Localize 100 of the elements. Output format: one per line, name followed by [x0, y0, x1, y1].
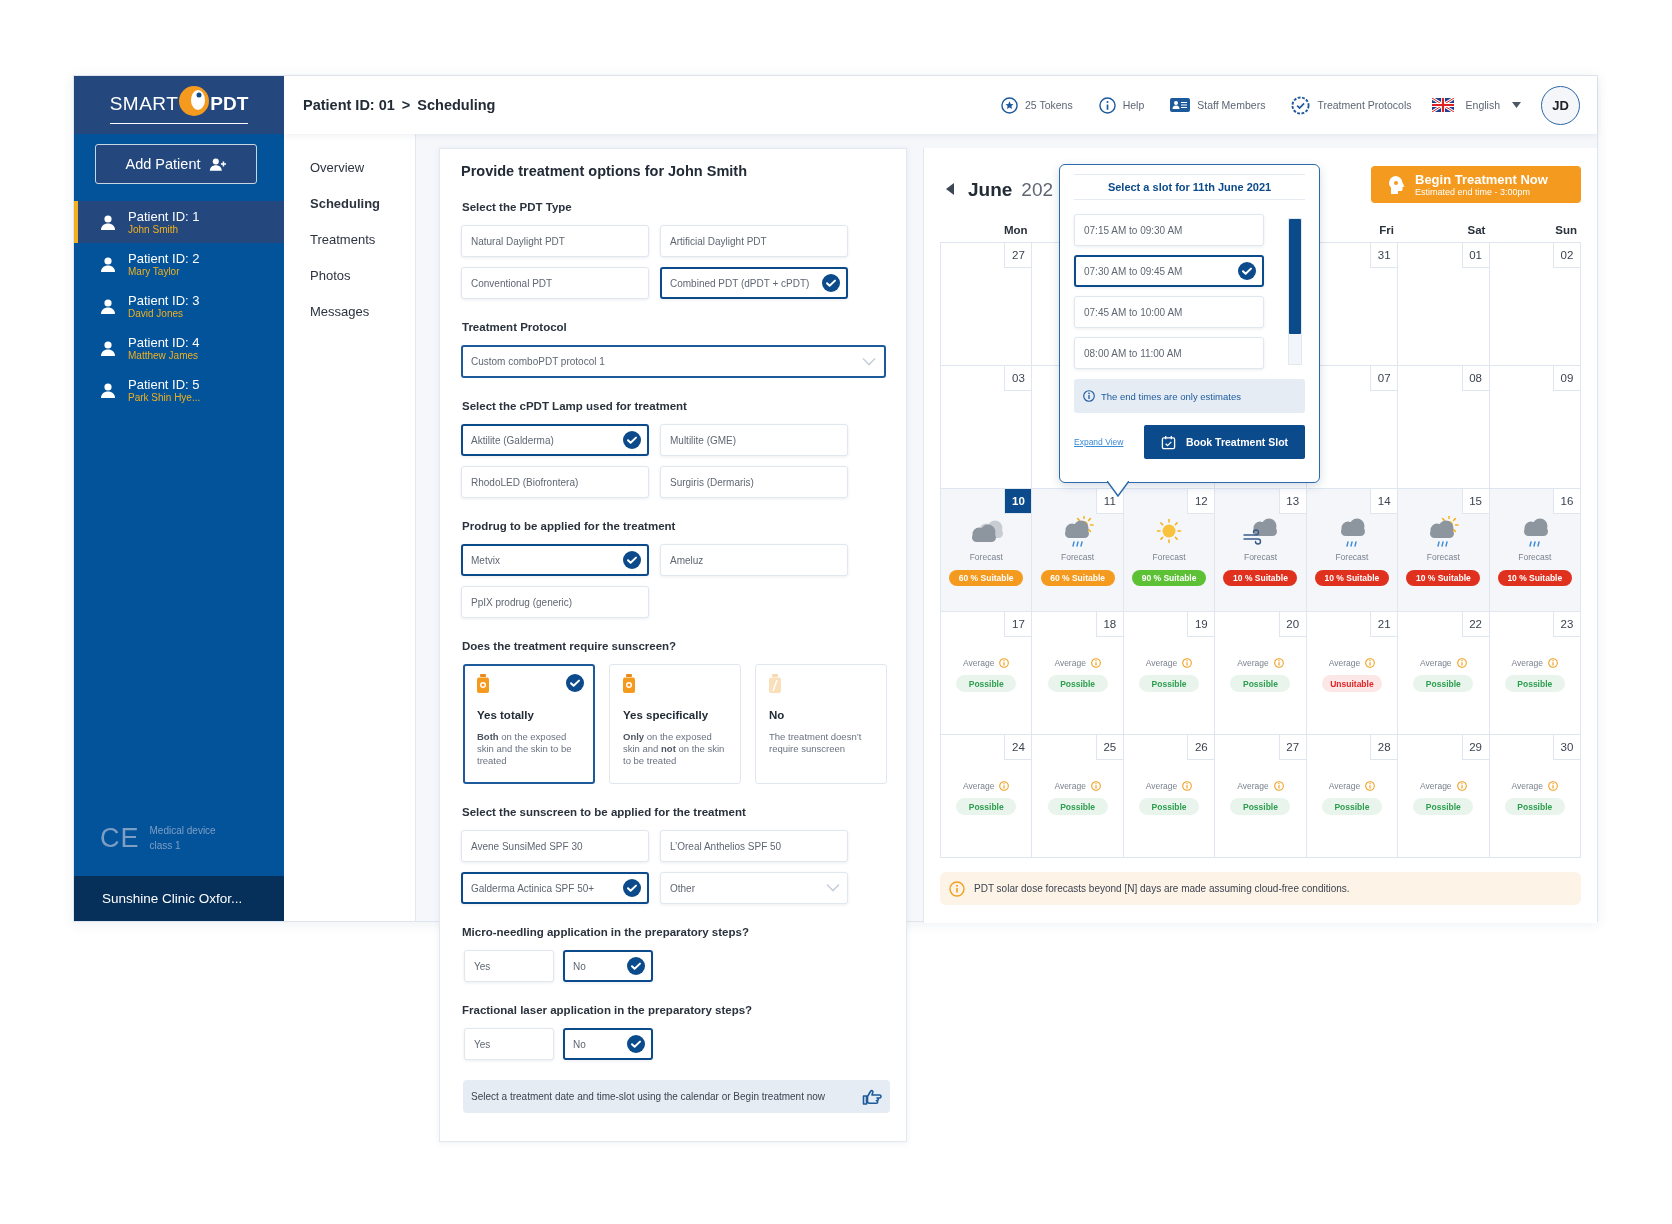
suitability-badge: 10 % Suitable — [1223, 570, 1298, 586]
option-button[interactable]: No — [563, 1028, 653, 1060]
option-button[interactable]: Artificial Daylight PDT — [660, 225, 848, 257]
option-button[interactable]: Galderma Actinica SPF 50+ — [461, 872, 649, 904]
day-number[interactable]: 12 — [1187, 489, 1215, 514]
language-selector[interactable]: English — [1431, 98, 1521, 112]
day-number[interactable]: 13 — [1278, 489, 1306, 514]
book-slot-button[interactable]: Book Treatment Slot — [1144, 425, 1305, 459]
info-icon — [1273, 781, 1284, 791]
option-button[interactable]: L’Oreal Anthelios SPF 50 — [660, 830, 848, 862]
option-button[interactable]: Natural Daylight PDT — [461, 225, 649, 257]
day-number[interactable]: 18 — [1095, 612, 1123, 637]
nav-link[interactable]: Scheduling — [310, 186, 381, 222]
info-icon — [1083, 390, 1095, 402]
day-number[interactable]: 27 — [1004, 243, 1032, 268]
day-number[interactable]: 29 — [1461, 735, 1489, 760]
info-icon — [1182, 781, 1193, 791]
option-button[interactable]: Avene SunsiMed SPF 30 — [461, 830, 649, 862]
sunscreen-card[interactable]: Yes specifically Only on the exposed skin and not on the skin to be treated — [609, 664, 741, 784]
day-number[interactable]: 20 — [1278, 612, 1306, 637]
sunscreen-card[interactable]: No The treatment doesn’t require sunscreen — [755, 664, 887, 784]
day-number[interactable]: 21 — [1370, 612, 1398, 637]
header-link[interactable]: Staff Members — [1170, 98, 1266, 112]
option-button[interactable]: Aktilite (Galderma) — [461, 424, 649, 456]
option-button[interactable]: No — [563, 950, 653, 982]
option-button[interactable]: Other — [660, 872, 848, 904]
head-icon — [1387, 174, 1405, 195]
bottle-off-icon — [769, 674, 781, 693]
protocol-dropdown[interactable]: Custom comboPDT protocol 1 — [461, 345, 886, 378]
option-button[interactable]: Yes — [464, 1028, 554, 1060]
day-number[interactable]: 17 — [1004, 612, 1032, 637]
option-button[interactable]: PpIX prodrug (generic) — [461, 586, 649, 618]
nav-link[interactable]: Overview — [310, 150, 365, 186]
header-link[interactable]: Treatment Protocols — [1291, 95, 1412, 115]
sunscreen-card[interactable]: Yes totally Both on the exposed skin and the skin to be treated — [463, 664, 595, 784]
day-number[interactable]: 02 — [1553, 243, 1580, 268]
day-number[interactable]: 26 — [1187, 735, 1215, 760]
expand-view-link[interactable]: Expand View — [1074, 437, 1124, 447]
suitability-badge: 60 % Suitable — [1040, 570, 1115, 586]
day-number[interactable]: 25 — [1095, 735, 1123, 760]
header-link[interactable]: Help — [1098, 96, 1145, 114]
add-patient-button[interactable]: Add Patient — [95, 144, 257, 184]
nav-link[interactable]: Messages — [310, 294, 370, 330]
day-number[interactable]: 30 — [1553, 735, 1580, 760]
day-number[interactable]: 31 — [1370, 243, 1398, 268]
day-number[interactable]: 27 — [1278, 735, 1306, 760]
patient-name: John Smith — [128, 223, 180, 236]
bottle-icon — [477, 674, 489, 693]
day-number[interactable]: 23 — [1553, 612, 1580, 637]
section-heading: Prodrug to be applied for the treatment — [462, 519, 677, 534]
option-button[interactable]: RhodoLED (Biofrontera) — [461, 466, 649, 498]
card-title: Yes specifically — [623, 709, 710, 721]
day-number[interactable]: 16 — [1553, 489, 1580, 514]
option-button[interactable]: 07:30 AM to 09:45 AM — [1074, 255, 1264, 287]
section-heading: Select the sunscreen to be applied for the treatment — [462, 805, 747, 820]
status-badge: Possible — [1504, 798, 1565, 815]
info-icon — [999, 781, 1010, 791]
option-button[interactable]: Multilite (GME) — [660, 424, 848, 456]
day-number[interactable]: 24 — [1004, 735, 1032, 760]
patient-id: Patient ID: 3 — [128, 292, 200, 308]
day-number[interactable]: 22 — [1461, 612, 1489, 637]
person-icon — [100, 298, 116, 314]
patient-item[interactable]: Patient ID: 5 Park Shin Hye... — [74, 369, 284, 411]
breadcrumb-item[interactable]: Patient ID: 01 — [303, 97, 395, 113]
nav-link[interactable]: Treatments — [310, 222, 376, 258]
nav-link[interactable]: Photos — [310, 258, 351, 294]
forecast-label: Forecast — [1061, 552, 1095, 562]
header-link[interactable]: 25 Tokens — [1001, 96, 1073, 114]
day-number[interactable]: 14 — [1370, 489, 1398, 514]
option-button[interactable]: 07:45 AM to 10:00 AM — [1074, 296, 1264, 328]
day-number[interactable]: 11 — [1095, 489, 1123, 514]
ce-mark: CE — [100, 823, 140, 854]
option-button[interactable]: 07:15 AM to 09:30 AM — [1074, 214, 1264, 246]
day-number[interactable]: 19 — [1187, 612, 1215, 637]
day-number[interactable]: 03 — [1004, 366, 1032, 391]
day-number[interactable]: 28 — [1370, 735, 1398, 760]
day-number[interactable]: 07 — [1370, 366, 1398, 391]
patient-item[interactable]: Patient ID: 1 John Smith — [74, 201, 284, 243]
option-button[interactable]: Combined PDT (dPDT + cPDT) — [660, 267, 848, 299]
day-number[interactable]: 15 — [1461, 489, 1489, 514]
option-button[interactable]: 08:00 AM to 11:00 AM — [1074, 337, 1264, 369]
option-button[interactable]: Metvix — [461, 544, 649, 576]
day-number[interactable]: 08 — [1461, 366, 1489, 391]
clinic-name[interactable]: Sunshine Clinic Oxfor... — [74, 876, 284, 921]
option-button[interactable]: Ameluz — [660, 544, 848, 576]
suitability-badge: 60 % Suitable — [949, 570, 1024, 586]
patient-item[interactable]: Patient ID: 4 Matthew James — [74, 327, 284, 369]
patient-item[interactable]: Patient ID: 3 David Jones — [74, 285, 284, 327]
option-button[interactable]: Yes — [464, 950, 554, 982]
day-number[interactable]: 09 — [1553, 366, 1580, 391]
patient-item[interactable]: Patient ID: 2 Mary Taylor — [74, 243, 284, 285]
day-number[interactable]: 01 — [1461, 243, 1489, 268]
user-avatar[interactable]: JD — [1541, 85, 1580, 125]
day-number[interactable]: 10 — [1004, 489, 1032, 514]
option-button[interactable]: Surgiris (Dermaris) — [660, 466, 848, 498]
info-text: The end times are only estimates — [1101, 390, 1241, 402]
scrollbar[interactable] — [1288, 218, 1302, 365]
previous-month-icon — [946, 182, 954, 195]
form-title: Provide treatment options for John Smith — [461, 162, 748, 181]
option-button[interactable]: Conventional PDT — [461, 267, 649, 299]
